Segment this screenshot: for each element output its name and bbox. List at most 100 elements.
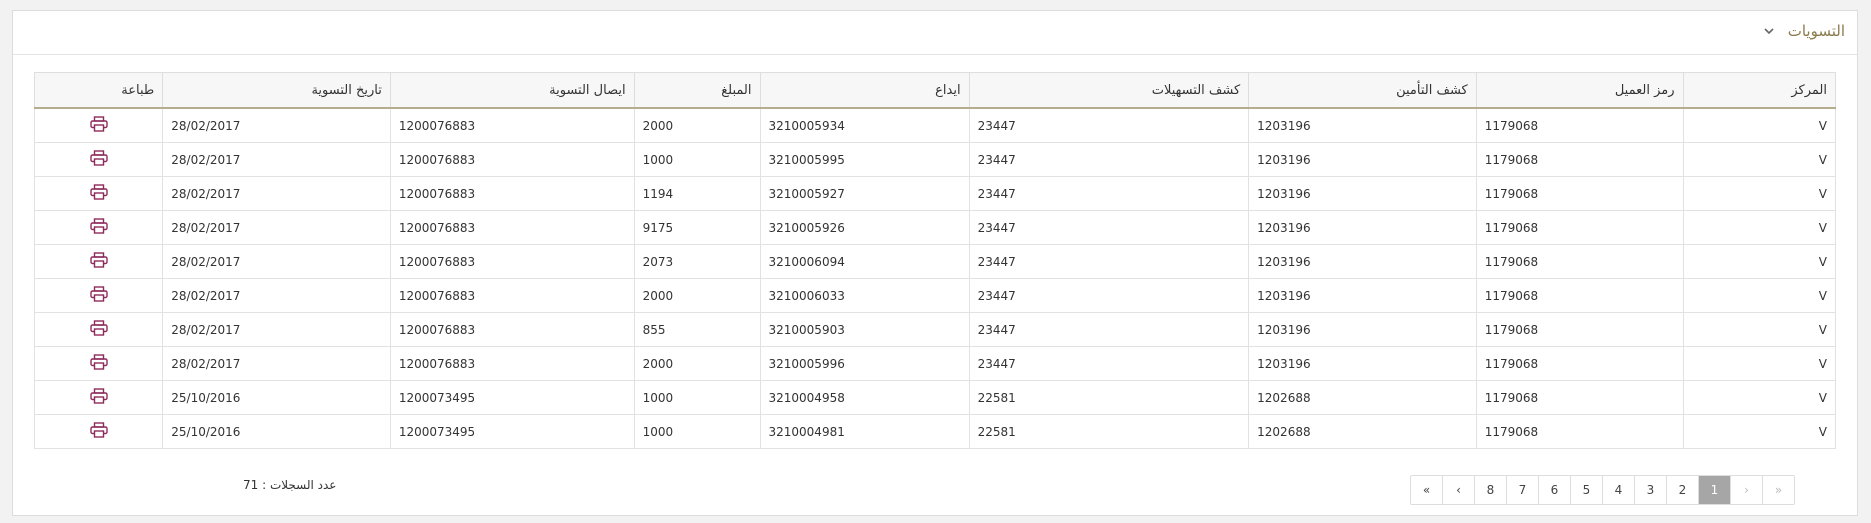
cell-deposit: 3210005934 [759, 107, 970, 143]
cell-center: V [1682, 414, 1837, 449]
pagination-page-8[interactable]: 8 [1474, 476, 1506, 504]
header-facilities-statement[interactable]: كشف التسهيلات [968, 72, 1250, 109]
cell-insurance-statement: 1203196 [1248, 142, 1477, 177]
pagination-page-6[interactable]: 6 [1538, 476, 1570, 504]
pagination-page-7[interactable]: 7 [1506, 476, 1538, 504]
cell-client-code: 1179068 [1475, 346, 1684, 381]
cell-settlement-receipt: 1200076883 [389, 210, 635, 245]
pagination-page-4[interactable]: 4 [1602, 476, 1634, 504]
cell-facilities-statement: 23447 [968, 312, 1250, 347]
cell-print [33, 346, 164, 381]
settlements-panel: التسويات المركز رمز العميل كشف التأمين ك… [12, 10, 1858, 516]
cell-insurance-statement: 1203196 [1248, 346, 1477, 381]
table-row: V 1179068 1203196 23447 3210005996 2000 120007… [33, 346, 1837, 381]
cell-facilities-statement: 23447 [968, 107, 1250, 143]
cell-facilities-statement: 22581 [968, 380, 1250, 415]
header-settlement-date[interactable]: تاريخ التسوية [162, 72, 391, 109]
pagination-page-3[interactable]: 3 [1634, 476, 1666, 504]
header-settlement-receipt[interactable]: ايصال التسوية [389, 72, 635, 109]
cell-center: V [1682, 278, 1837, 313]
table-row: V 1179068 1202688 22581 3210004981 1000 120007… [33, 414, 1837, 449]
pagination-page-2[interactable]: 2 [1666, 476, 1698, 504]
printer-icon[interactable] [89, 218, 108, 234]
cell-amount: 2000 [633, 346, 761, 381]
cell-settlement-receipt: 1200076883 [389, 278, 635, 313]
printer-icon[interactable] [89, 252, 108, 268]
cell-settlement-date: 28/02/2017 [162, 210, 391, 245]
cell-insurance-statement: 1203196 [1248, 176, 1477, 211]
cell-print [33, 107, 164, 143]
panel-title-group[interactable]: التسويات [1762, 22, 1845, 40]
pagination-page-1[interactable]: 1 [1698, 476, 1730, 504]
pagination-first[interactable]: « [1762, 476, 1794, 504]
table-row: V 1179068 1203196 23447 3210006094 2073 120007… [33, 244, 1837, 279]
cell-deposit: 3210005996 [759, 346, 970, 381]
header-amount[interactable]: المبلغ [633, 72, 761, 109]
cell-settlement-receipt: 1200076883 [389, 107, 635, 143]
cell-amount: 1194 [633, 176, 761, 211]
cell-center: V [1682, 312, 1837, 347]
settlements-table-wrap: المركز رمز العميل كشف التأمين كشف التسهي… [33, 72, 1837, 449]
printer-icon[interactable] [89, 320, 108, 336]
cell-center: V [1682, 176, 1837, 211]
cell-insurance-statement: 1203196 [1248, 244, 1477, 279]
printer-icon[interactable] [89, 150, 108, 166]
panel-header[interactable]: التسويات [13, 11, 1857, 55]
cell-client-code: 1179068 [1475, 176, 1684, 211]
header-center[interactable]: المركز [1682, 72, 1837, 109]
cell-settlement-date: 28/02/2017 [162, 312, 391, 347]
cell-deposit: 3210005903 [759, 312, 970, 347]
pagination-page-5[interactable]: 5 [1570, 476, 1602, 504]
cell-amount: 2000 [633, 107, 761, 143]
cell-facilities-statement: 23447 [968, 210, 1250, 245]
cell-facilities-statement: 23447 [968, 244, 1250, 279]
cell-center: V [1682, 107, 1837, 143]
printer-icon[interactable] [89, 116, 108, 132]
table-row: V 1179068 1203196 23447 3210005927 1194 120007… [33, 176, 1837, 211]
table-body: V 1179068 1203196 23447 3210005934 2000 120007… [33, 107, 1837, 449]
printer-icon[interactable] [89, 388, 108, 404]
cell-deposit: 3210005927 [759, 176, 970, 211]
records-count: عدد السجلات : 71 [243, 478, 337, 492]
cell-center: V [1682, 142, 1837, 177]
cell-settlement-receipt: 1200076883 [389, 176, 635, 211]
cell-insurance-statement: 1202688 [1248, 414, 1477, 449]
cell-client-code: 1179068 [1475, 244, 1684, 279]
cell-settlement-date: 28/02/2017 [162, 142, 391, 177]
cell-facilities-statement: 23447 [968, 176, 1250, 211]
header-client-code[interactable]: رمز العميل [1475, 72, 1684, 109]
table-row: V 1179068 1203196 23447 3210005995 1000 120007… [33, 142, 1837, 177]
printer-icon[interactable] [89, 286, 108, 302]
cell-settlement-receipt: 1200073495 [389, 380, 635, 415]
table-row: V 1179068 1203196 23447 3210005903 855 1200076… [33, 312, 1837, 347]
cell-print [33, 176, 164, 211]
cell-amount: 9175 [633, 210, 761, 245]
cell-facilities-statement: 23447 [968, 142, 1250, 177]
header-print: طباعة [33, 72, 164, 109]
pagination-next[interactable]: › [1442, 476, 1474, 504]
header-deposit[interactable]: ايداع [759, 72, 970, 109]
cell-settlement-date: 28/02/2017 [162, 176, 391, 211]
chevron-down-icon[interactable] [1762, 24, 1776, 38]
printer-icon[interactable] [89, 184, 108, 200]
printer-icon[interactable] [89, 354, 108, 370]
cell-client-code: 1179068 [1475, 107, 1684, 143]
cell-client-code: 1179068 [1475, 312, 1684, 347]
cell-settlement-date: 25/10/2016 [162, 380, 391, 415]
cell-insurance-statement: 1203196 [1248, 107, 1477, 143]
cell-client-code: 1179068 [1475, 380, 1684, 415]
cell-settlement-date: 25/10/2016 [162, 414, 391, 449]
cell-client-code: 1179068 [1475, 210, 1684, 245]
pagination-last[interactable]: » [1411, 476, 1442, 504]
table-row: V 1179068 1203196 23447 3210006033 2000 120007… [33, 278, 1837, 313]
cell-print [33, 414, 164, 449]
cell-print [33, 142, 164, 177]
printer-icon[interactable] [89, 422, 108, 438]
cell-amount: 1000 [633, 380, 761, 415]
cell-center: V [1682, 346, 1837, 381]
header-insurance-statement[interactable]: كشف التأمين [1248, 72, 1477, 109]
cell-deposit: 3210006033 [759, 278, 970, 313]
cell-settlement-receipt: 1200073495 [389, 414, 635, 449]
cell-print [33, 278, 164, 313]
pagination-prev[interactable]: ‹ [1730, 476, 1762, 504]
